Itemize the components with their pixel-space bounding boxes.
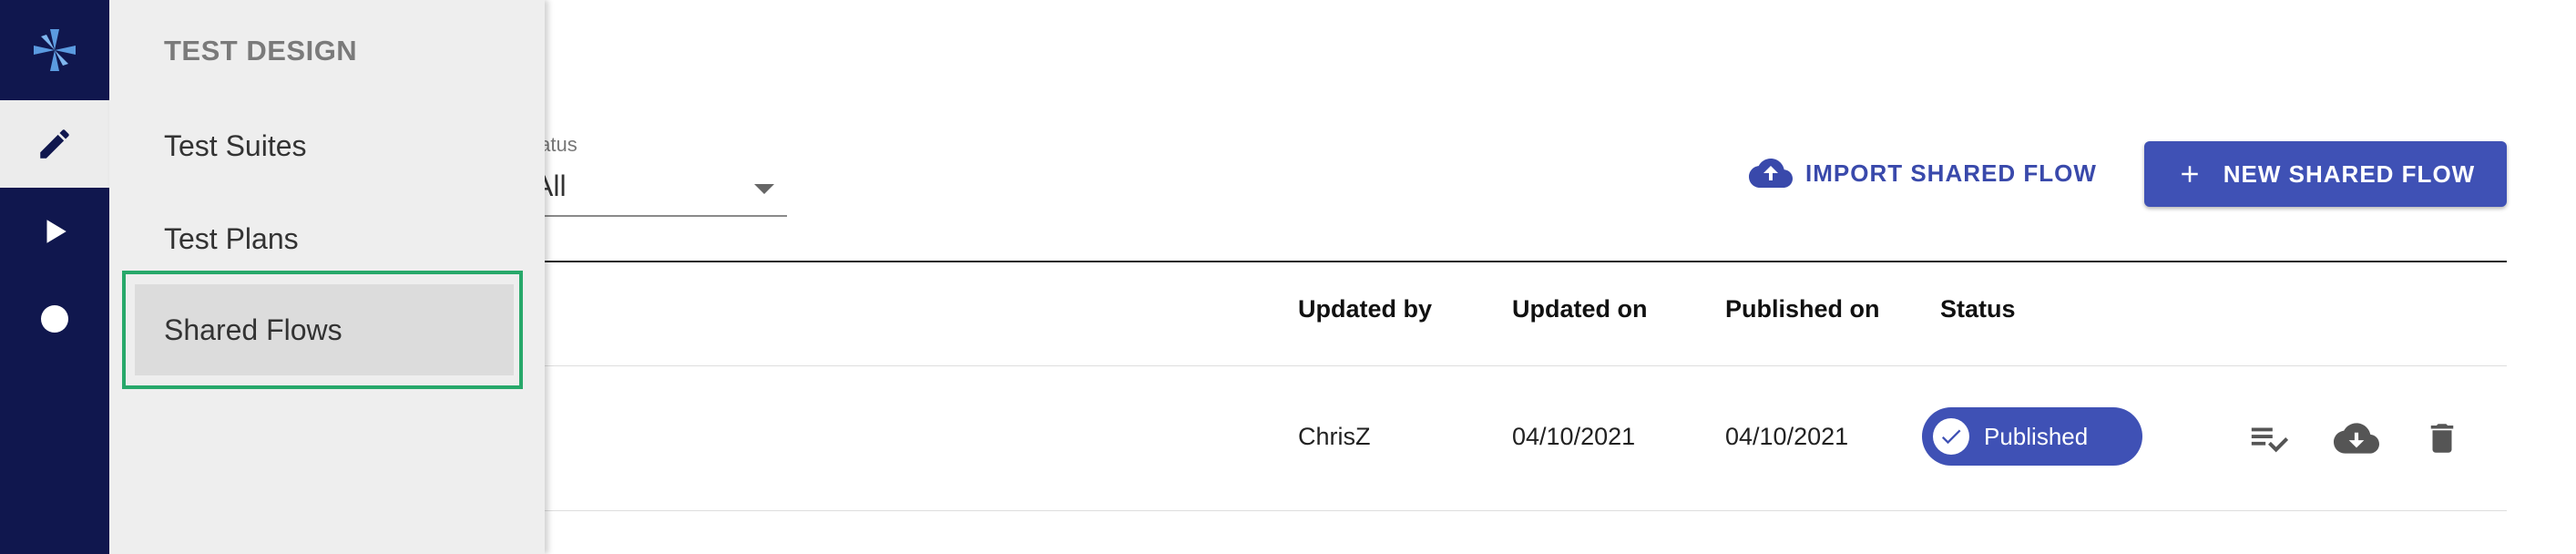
cell-updated-on: 04/10/2021 bbox=[1512, 423, 1636, 450]
import-shared-flow-label: IMPORT SHARED FLOW bbox=[1805, 159, 2097, 187]
trash-icon bbox=[2430, 424, 2454, 453]
edit-icon bbox=[40, 129, 69, 159]
column-header-updated-on[interactable]: Updated on bbox=[1512, 295, 1648, 323]
app-root: TEST DESIGN Test Suites Test Plans Share… bbox=[0, 0, 2576, 554]
check-circle-icon bbox=[1933, 418, 1969, 455]
status-badge: Published bbox=[1922, 407, 2142, 466]
review-button[interactable] bbox=[2246, 416, 2292, 461]
drawer-item-shared-flows[interactable]: Shared Flows bbox=[135, 284, 514, 375]
new-shared-flow-button[interactable]: NEW SHARED FLOW bbox=[2144, 141, 2507, 207]
circle-icon bbox=[41, 305, 68, 333]
rail-item-results[interactable] bbox=[0, 275, 109, 363]
drawer-heading: TEST DESIGN bbox=[164, 35, 358, 67]
cloud-download-icon bbox=[2334, 423, 2379, 454]
column-header-updated-by[interactable]: Updated by bbox=[1298, 295, 1432, 323]
nav-rail bbox=[0, 0, 109, 554]
delete-button[interactable] bbox=[2419, 416, 2465, 461]
logo-icon bbox=[34, 29, 76, 71]
app-logo[interactable] bbox=[0, 0, 109, 100]
drawer-item-label: Shared Flows bbox=[164, 313, 342, 346]
cell-updated-by: ChrisZ bbox=[1298, 423, 1371, 450]
playlist-check-icon bbox=[2251, 427, 2289, 453]
column-header-published-on[interactable]: Published on bbox=[1725, 295, 1880, 323]
drawer-item-test-plans[interactable]: Test Plans bbox=[164, 222, 299, 256]
rail-item-test-design[interactable] bbox=[0, 100, 109, 188]
plus-icon bbox=[2182, 166, 2198, 182]
nav-drawer: TEST DESIGN Test Suites Test Plans Share… bbox=[109, 0, 545, 554]
status-badge-label: Published bbox=[1984, 422, 2089, 450]
play-icon bbox=[46, 220, 66, 243]
new-shared-flow-label: NEW SHARED FLOW bbox=[2223, 159, 2476, 188]
chevron-down-icon bbox=[754, 184, 774, 194]
cloud-upload-icon bbox=[1749, 159, 1793, 188]
status-filter-select[interactable]: All bbox=[534, 168, 787, 217]
cell-published-on: 04/10/2021 bbox=[1725, 423, 1849, 450]
import-shared-flow-button[interactable]: IMPORT SHARED FLOW bbox=[1749, 146, 2097, 200]
drawer-item-test-suites[interactable]: Test Suites bbox=[164, 129, 307, 163]
table-header-divider bbox=[534, 365, 2507, 366]
table-top-border bbox=[534, 261, 2507, 262]
rail-item-run[interactable] bbox=[0, 188, 109, 275]
table-row-divider bbox=[534, 510, 2507, 511]
download-button[interactable] bbox=[2334, 416, 2379, 461]
column-header-status[interactable]: Status bbox=[1940, 295, 2016, 323]
